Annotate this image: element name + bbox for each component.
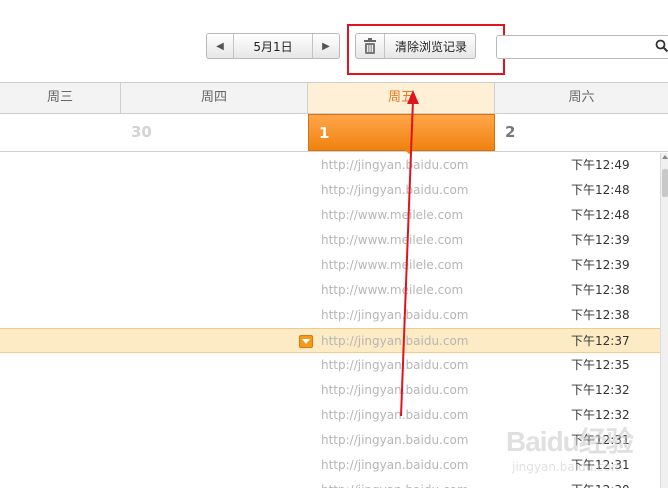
history-time: 下午12:39 xyxy=(571,233,630,247)
date-row: 30 1 2 xyxy=(0,114,668,152)
history-time: 下午12:48 xyxy=(571,183,630,197)
history-row[interactable]: http://jingyan.baidu.com 下午12:48 xyxy=(0,178,660,203)
history-row[interactable]: http://www.meilele.com 下午12:39 xyxy=(0,228,660,253)
history-row[interactable]: http://jingyan.baidu.com 下午12:38 xyxy=(0,303,660,328)
toolbar: ◀ 5月1日 ▶ 清除浏览记录 xyxy=(0,0,668,82)
prev-day-button[interactable]: ◀ xyxy=(207,34,234,58)
history-url[interactable]: http://jingyan.baidu.com xyxy=(321,428,469,453)
history-row[interactable]: http://jingyan.baidu.com 下午12:32 xyxy=(0,378,660,403)
weekday-thu[interactable]: 周四 xyxy=(121,83,308,113)
watermark-logo: Baidu经验 xyxy=(506,426,634,457)
history-url[interactable]: http://www.meilele.com xyxy=(321,253,463,278)
history-url[interactable]: http://jingyan.baidu.com xyxy=(321,353,469,378)
next-day-button[interactable]: ▶ xyxy=(312,34,339,58)
date-navigator: ◀ 5月1日 ▶ xyxy=(206,33,340,59)
history-url[interactable]: http://jingyan.baidu.com xyxy=(321,478,469,488)
search-box[interactable] xyxy=(496,35,668,59)
history-row-selected[interactable]: http://jingyan.baidu.com 下午12:37 xyxy=(0,328,660,353)
watermark-subtitle: jingyan.baidu.com xyxy=(512,460,623,474)
date-cell-fri[interactable]: 1 xyxy=(308,114,495,151)
history-row[interactable]: http://www.meilele.com 下午12:48 xyxy=(0,203,660,228)
history-time: 下午12:35 xyxy=(571,358,630,372)
history-url[interactable]: http://jingyan.baidu.com xyxy=(321,303,469,328)
history-time: 下午12:49 xyxy=(571,158,630,172)
history-url[interactable]: http://jingyan.baidu.com xyxy=(321,153,469,178)
history-row[interactable]: http://jingyan.baidu.com 下午12:35 xyxy=(0,353,660,378)
scroll-thumb[interactable] xyxy=(662,169,668,197)
history-time: 下午12:37 xyxy=(571,334,630,348)
scroll-up-arrow-icon[interactable] xyxy=(662,155,668,159)
annotation-highlight-box xyxy=(347,24,505,75)
history-url[interactable]: http://www.meilele.com xyxy=(321,278,463,303)
weekday-sat[interactable]: 周六 xyxy=(495,83,668,113)
date-cell-thu[interactable]: 30 xyxy=(121,114,308,151)
chevron-right-icon: ▶ xyxy=(322,40,330,52)
history-url[interactable]: http://www.meilele.com xyxy=(321,228,463,253)
search-input[interactable] xyxy=(501,37,655,59)
weekday-wed[interactable]: 周三 xyxy=(0,83,121,113)
history-time: 下午12:38 xyxy=(571,283,630,297)
chevron-left-icon: ◀ xyxy=(216,40,224,52)
search-icon[interactable] xyxy=(655,39,668,56)
weekday-fri[interactable]: 周五 xyxy=(308,83,495,113)
date-cell-sat[interactable]: 2 xyxy=(495,114,668,151)
history-time: 下午12:32 xyxy=(571,383,630,397)
history-time: 下午12:48 xyxy=(571,208,630,222)
history-time: 下午12:39 xyxy=(571,258,630,272)
current-date[interactable]: 5月1日 xyxy=(234,34,312,58)
baidu-watermark: Baidu经验 jingyan.baidu.com xyxy=(506,418,666,484)
weekday-header: 周三 周四 周五 周六 xyxy=(0,82,668,114)
history-url[interactable]: http://www.meilele.com xyxy=(321,203,463,228)
history-url[interactable]: http://jingyan.baidu.com xyxy=(321,403,469,428)
row-dropdown-button[interactable] xyxy=(299,335,313,348)
history-url[interactable]: http://jingyan.baidu.com xyxy=(321,453,469,478)
history-row[interactable]: http://www.meilele.com 下午12:38 xyxy=(0,278,660,303)
history-time: 下午12:38 xyxy=(571,308,630,322)
history-url[interactable]: http://jingyan.baidu.com xyxy=(321,378,469,403)
history-row[interactable]: http://jingyan.baidu.com 下午12:49 xyxy=(0,153,660,178)
date-cell-wed[interactable] xyxy=(0,114,121,151)
history-url[interactable]: http://jingyan.baidu.com xyxy=(321,329,469,354)
history-url[interactable]: http://jingyan.baidu.com xyxy=(321,178,469,203)
history-row[interactable]: http://www.meilele.com 下午12:39 xyxy=(0,253,660,278)
caret-down-icon xyxy=(302,338,310,344)
